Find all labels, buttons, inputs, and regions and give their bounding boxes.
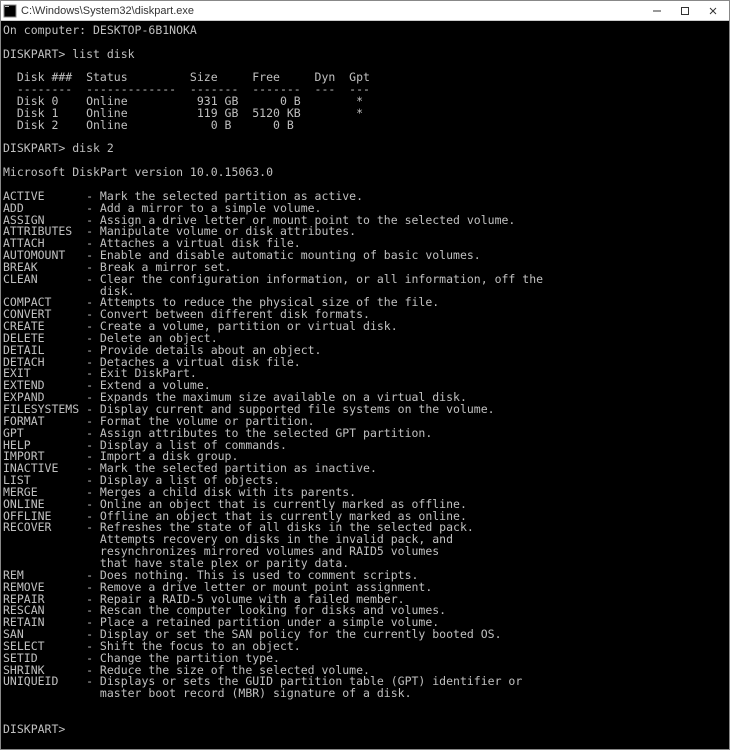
window-controls [643,2,727,20]
terminal-output[interactable]: On computer: DESKTOP-6B1NOKA DISKPART> l… [1,21,729,749]
window-title: C:\Windows\System32\diskpart.exe [21,5,643,17]
maximize-button[interactable] [671,2,699,20]
terminal-content: On computer: DESKTOP-6B1NOKA DISKPART> l… [3,25,727,736]
title-bar[interactable]: C:\Windows\System32\diskpart.exe [1,1,729,21]
app-window: C:\Windows\System32\diskpart.exe On comp… [0,0,730,750]
close-button[interactable] [699,2,727,20]
minimize-button[interactable] [643,2,671,20]
app-icon [3,4,17,18]
